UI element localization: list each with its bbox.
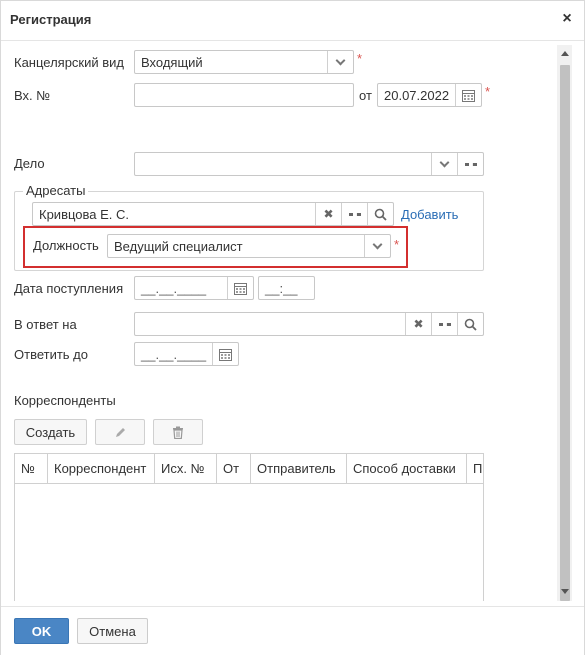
reply-until-label: Ответить до (14, 347, 88, 362)
dialog-title: Регистрация (10, 12, 92, 27)
search-icon[interactable] (457, 313, 483, 335)
office-type-value: Входящий (141, 55, 203, 70)
table-header: № Корреспондент Исх. № От Отправитель Сп… (15, 454, 483, 484)
cancel-button[interactable]: Отмена (77, 618, 148, 644)
addressee-value: Кривцова Е. С. (39, 207, 129, 222)
add-addressee-link[interactable]: Добавить (401, 207, 458, 222)
chevron-down-icon[interactable] (327, 51, 353, 73)
chevron-down-icon[interactable] (431, 153, 457, 175)
calendar-icon[interactable] (227, 277, 253, 299)
column-header[interactable]: Исх. № (155, 454, 217, 484)
reply-to-label: В ответ на (14, 317, 77, 332)
more-icon[interactable] (341, 203, 367, 225)
required-marker: * (394, 237, 400, 252)
receipt-time-mask: __:__ (265, 281, 298, 296)
calendar-icon[interactable] (212, 343, 238, 365)
correspondents-table: № Корреспондент Исх. № От Отправитель Сп… (14, 453, 484, 601)
column-header[interactable]: П (467, 454, 483, 484)
case-label: Дело (14, 156, 45, 171)
required-marker: * (357, 51, 363, 66)
incoming-date-input[interactable]: 20.07.2022 (377, 83, 482, 107)
case-input[interactable] (134, 152, 484, 176)
vertical-scrollbar[interactable] (557, 45, 572, 601)
incoming-no-input[interactable] (134, 83, 354, 107)
incoming-no-label: Вх. № (14, 88, 51, 103)
scroll-thumb[interactable] (560, 65, 570, 601)
scroll-down-icon[interactable] (561, 589, 569, 594)
addressee-input[interactable]: Кривцова Е. С. ✖ (32, 202, 394, 226)
receipt-date-mask: __.__.____ (141, 281, 207, 296)
close-icon[interactable]: × (558, 9, 576, 29)
ok-button[interactable]: OK (14, 618, 69, 644)
addressees-legend: Адресаты (23, 183, 89, 198)
create-button[interactable]: Создать (14, 419, 87, 445)
chevron-down-icon[interactable] (364, 235, 390, 257)
reply-until-mask: __.__.____ (141, 347, 207, 362)
receipt-date-input[interactable]: __.__.____ (134, 276, 254, 300)
title-bar: Регистрация × (1, 1, 584, 41)
position-value: Ведущий специалист (114, 239, 243, 254)
incoming-date-value: 20.07.2022 (384, 88, 450, 103)
pencil-icon (115, 427, 125, 437)
receipt-time-input[interactable]: __:__ (258, 276, 315, 300)
correspondents-title: Корреспонденты (14, 393, 116, 408)
position-label: Должность (33, 238, 99, 253)
registration-dialog: Регистрация × Канцелярский вид Входящий … (0, 0, 585, 655)
office-type-label: Канцелярский вид (14, 55, 125, 70)
office-type-select[interactable]: Входящий (134, 50, 354, 74)
column-header[interactable]: Корреспондент (48, 454, 155, 484)
reply-until-input[interactable]: __.__.____ (134, 342, 239, 366)
more-icon[interactable] (457, 153, 483, 175)
reply-to-input[interactable]: ✖ (134, 312, 484, 336)
column-header[interactable]: Отправитель (251, 454, 347, 484)
search-icon[interactable] (367, 203, 393, 225)
column-header[interactable]: Способ доставки (347, 454, 467, 484)
calendar-icon[interactable] (455, 84, 481, 106)
column-header[interactable]: От (217, 454, 251, 484)
column-header[interactable]: № (15, 454, 48, 484)
edit-button[interactable] (95, 419, 145, 445)
position-select[interactable]: Ведущий специалист (107, 234, 391, 258)
clear-icon[interactable]: ✖ (315, 203, 341, 225)
clear-icon[interactable]: ✖ (405, 313, 431, 335)
receipt-date-label: Дата поступления (14, 281, 124, 296)
trash-icon (173, 426, 183, 439)
from-label: от (359, 88, 372, 103)
more-icon[interactable] (431, 313, 457, 335)
scroll-up-icon[interactable] (561, 51, 569, 56)
delete-button[interactable] (153, 419, 203, 445)
required-marker: * (485, 84, 491, 99)
